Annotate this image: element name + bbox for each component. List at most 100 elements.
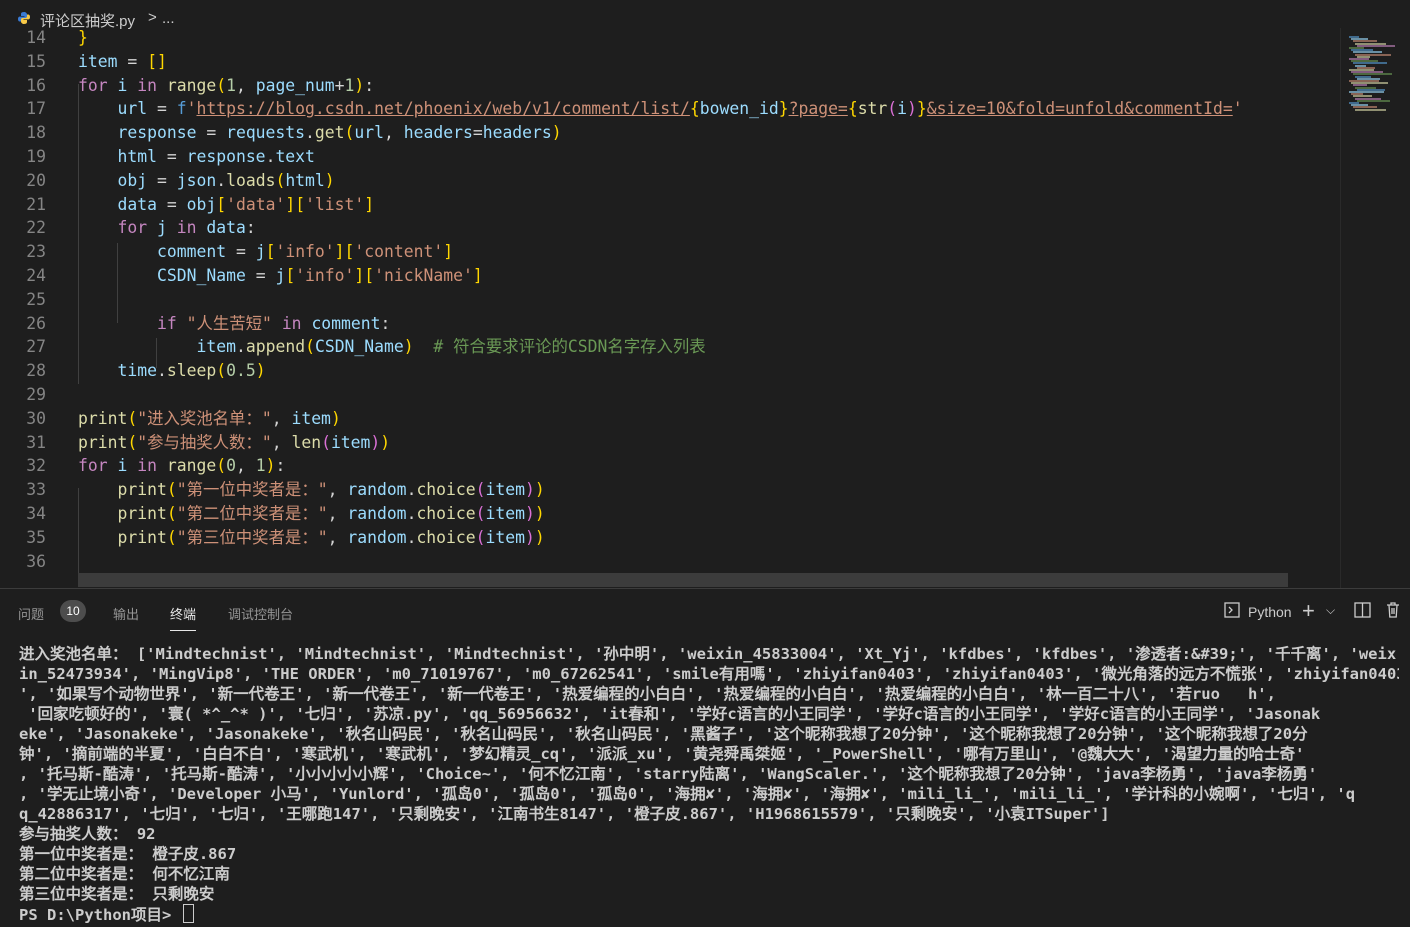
indent-guide bbox=[117, 243, 118, 323]
terminal-line: 钟', '摘前端的半夏', '白白不白', '寒武机', '寒武机', '梦幻精… bbox=[19, 745, 1305, 763]
code-line[interactable]: 29 bbox=[0, 383, 1340, 407]
code-text[interactable]: } bbox=[78, 28, 88, 50]
code-text[interactable]: if "人生苦短" in comment: bbox=[78, 312, 390, 336]
terminal-cursor bbox=[182, 904, 194, 923]
line-number: 29 bbox=[26, 385, 46, 404]
code-text[interactable]: CSDN_Name = j['info']['nickName'] bbox=[78, 264, 483, 288]
line-number: 22 bbox=[26, 218, 46, 238]
line-number: 31 bbox=[26, 432, 46, 452]
line-number: 36 bbox=[26, 551, 46, 571]
code-line[interactable]: 14} bbox=[0, 28, 1340, 50]
code-text[interactable]: print("进入奖池名单：", item) bbox=[78, 407, 341, 431]
indent-guide bbox=[78, 488, 79, 578]
terminal-line: 第三位中奖者是： 只剩晚安 bbox=[19, 885, 215, 903]
line-number: 27 bbox=[26, 337, 46, 357]
split-terminal-icon[interactable] bbox=[1354, 602, 1371, 621]
terminal-line: , '托马斯-酷涛', '托马斯-酷涛', '小小小小小辉', 'Choice~… bbox=[19, 765, 1318, 783]
code-text[interactable]: url = f'https://blog.csdn.net/phoenix/we… bbox=[78, 97, 1243, 121]
line-number: 18 bbox=[26, 123, 46, 143]
terminal-line: eke', 'Jasonakeke', 'Jasonakeke', '秋名山码民… bbox=[19, 725, 1308, 743]
code-text[interactable]: html = response.text bbox=[78, 145, 315, 169]
terminal-line: q_42886317', '七归', '七归', '王哪跑147', '只剩晚安… bbox=[19, 805, 1110, 823]
code-text[interactable]: print("参与抽奖人数：", len(item)) bbox=[78, 431, 390, 455]
code-text[interactable]: for j in data: bbox=[78, 216, 256, 240]
code-text[interactable]: obj = json.loads(html) bbox=[78, 169, 335, 193]
terminal-line: ', '如果写个动物世界', '新一代卷王', '新一代卷王', '新一代卷王'… bbox=[19, 685, 1276, 703]
python-file-icon bbox=[18, 12, 30, 24]
terminal-line: 第二位中奖者是： 何不忆江南 bbox=[19, 865, 230, 883]
code-text[interactable]: comment = j['info']['content'] bbox=[78, 240, 453, 264]
bottom-panel: 问题 10 输出 终端 调试控制台 Python + ⌵ 进入奖池名单： ['M… bbox=[0, 588, 1410, 927]
code-line[interactable]: 17 url = f'https://blog.csdn.net/phoenix… bbox=[0, 97, 1340, 121]
code-text[interactable]: item = [] bbox=[78, 50, 167, 74]
code-line[interactable]: 28 time.sleep(0.5) bbox=[0, 359, 1340, 383]
code-line[interactable]: 24 CSDN_Name = j['info']['nickName'] bbox=[0, 264, 1340, 288]
tab-problems[interactable]: 问题 bbox=[18, 604, 44, 623]
code-text[interactable]: response = requests.get(url, headers=hea… bbox=[78, 121, 562, 145]
line-number: 16 bbox=[26, 75, 46, 95]
code-line[interactable]: 32 for i in range(0, 1): bbox=[0, 454, 1340, 478]
code-text[interactable]: time.sleep(0.5) bbox=[78, 359, 266, 383]
code-line[interactable]: 35 print("第三位中奖者是：", random.choice(item)… bbox=[0, 526, 1340, 550]
terminal-line: in_52473934', 'MingVip8', 'THE ORDER', '… bbox=[19, 665, 1399, 683]
code-line[interactable]: 16 for i in range(1, page_num+1): bbox=[0, 74, 1340, 98]
code-line[interactable]: 34 print("第二位中奖者是：", random.choice(item)… bbox=[0, 502, 1340, 526]
terminal-prompt-text: PS D:\Python项目> bbox=[19, 906, 181, 924]
line-number: 28 bbox=[26, 361, 46, 381]
line-number: 30 bbox=[26, 408, 46, 428]
trash-icon[interactable] bbox=[1385, 601, 1401, 621]
line-number: 32 bbox=[26, 456, 46, 476]
line-number: 15 bbox=[26, 51, 46, 71]
line-number: 20 bbox=[26, 170, 46, 190]
code-text[interactable]: print("第三位中奖者是：", random.choice(item)) bbox=[78, 526, 545, 550]
line-number: 25 bbox=[26, 289, 46, 309]
code-line[interactable]: 31 print("参与抽奖人数：", len(item)) bbox=[0, 431, 1340, 455]
line-number: 19 bbox=[26, 147, 46, 166]
terminal-output[interactable]: 进入奖池名单： ['Mindtechnist', 'Mindtechnist',… bbox=[19, 644, 1399, 924]
line-number: 23 bbox=[26, 242, 46, 262]
code-text[interactable]: data = obj['data']['list'] bbox=[78, 193, 375, 217]
tab-output[interactable]: 输出 bbox=[113, 604, 139, 623]
terminal-line: , '学无止境小奇', 'Developer 小马', 'Yunlord', '… bbox=[19, 785, 1356, 803]
code-line[interactable]: 33 print("第一位中奖者是：", random.choice(item)… bbox=[0, 478, 1340, 502]
chevron-right-icon: > bbox=[148, 9, 157, 26]
terminal-icon bbox=[1224, 602, 1240, 621]
code-line[interactable]: 15 item = [] bbox=[0, 50, 1340, 74]
code-text[interactable]: for i in range(0, 1): bbox=[78, 454, 285, 478]
terminal-line: 第一位中奖者是： 橙子皮.867 bbox=[19, 845, 237, 863]
code-line[interactable]: 23 comment = j['info']['content'] bbox=[0, 240, 1340, 264]
chevron-down-icon[interactable]: ⌵ bbox=[1326, 603, 1335, 618]
code-line[interactable]: 36 bbox=[0, 550, 1340, 574]
code-line[interactable]: 20 obj = json.loads(html) bbox=[0, 169, 1340, 193]
minimap[interactable] bbox=[1340, 28, 1410, 588]
minimap-line bbox=[1355, 108, 1386, 111]
breadcrumb-more[interactable]: ... bbox=[162, 10, 175, 27]
horizontal-scrollbar[interactable] bbox=[78, 573, 1288, 587]
code-line[interactable]: 18 response = requests.get(url, headers=… bbox=[0, 121, 1340, 145]
tab-terminal[interactable]: 终端 bbox=[170, 604, 197, 631]
code-line[interactable]: 22 for j in data: bbox=[0, 216, 1340, 240]
code-line[interactable]: 21 data = obj['data']['list'] bbox=[0, 193, 1340, 217]
add-terminal-icon[interactable]: + bbox=[1302, 598, 1315, 624]
code-line[interactable]: 30 print("进入奖池名单：", item) bbox=[0, 407, 1340, 431]
code-text[interactable]: print("第一位中奖者是：", random.choice(item)) bbox=[78, 478, 545, 502]
code-text[interactable]: item.append(CSDN_Name) # 符合要求评论的CSDN名字存入… bbox=[78, 335, 706, 359]
code-line[interactable]: 27 item.append(CSDN_Name) # 符合要求评论的CSDN名… bbox=[0, 335, 1340, 359]
code-text[interactable]: print("第二位中奖者是：", random.choice(item)) bbox=[78, 502, 545, 526]
indent-guide bbox=[78, 84, 79, 384]
terminal-prompt[interactable]: PS D:\Python项目> bbox=[19, 904, 1399, 924]
indent-guide bbox=[156, 338, 157, 368]
code-line[interactable]: 25 bbox=[0, 288, 1340, 312]
code-line[interactable]: 19 html = response.text bbox=[0, 145, 1340, 169]
terminal-type-label[interactable]: Python bbox=[1248, 604, 1292, 620]
line-number: 21 bbox=[26, 194, 46, 214]
line-number: 14 bbox=[26, 28, 46, 47]
line-number: 17 bbox=[26, 99, 46, 119]
code-text[interactable]: for i in range(1, page_num+1): bbox=[78, 74, 374, 98]
tab-debug-console[interactable]: 调试控制台 bbox=[228, 604, 293, 623]
code-line[interactable]: 26 if "人生苦短" in comment: bbox=[0, 312, 1340, 336]
line-number: 34 bbox=[26, 504, 46, 523]
terminal-line: 进入奖池名单： ['Mindtechnist', 'Mindtechnist',… bbox=[19, 645, 1397, 663]
code-editor[interactable]: 14} 15 item = [] 16 for i in range(1, page_n… bbox=[0, 28, 1340, 588]
terminal-line: '回家吃顿好的', '寰( *^_^* )', '七归', '苏凉.py', '… bbox=[19, 705, 1321, 723]
